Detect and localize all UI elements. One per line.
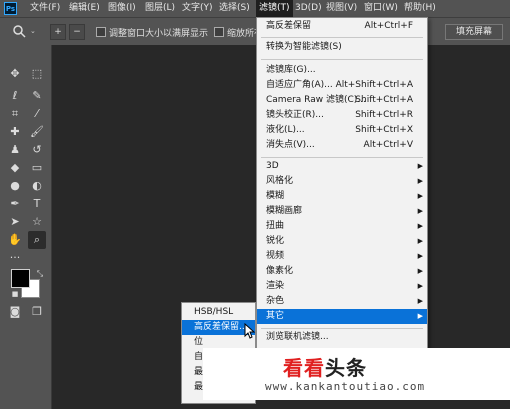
menu-item-convert-smart-filter[interactable]: 转换为智能滤镜(S): [257, 40, 427, 55]
gradient-tool-icon[interactable]: ▭: [28, 159, 46, 177]
menu-filter[interactable]: 滤镜(T): [256, 0, 293, 17]
type-tool-icon[interactable]: T: [28, 195, 46, 213]
menu-item-last-filter[interactable]: 高反差保留 Alt+Ctrl+F: [257, 19, 427, 34]
menu-help[interactable]: 帮助(H): [404, 0, 436, 17]
eyedropper-tool-icon[interactable]: ⁄: [28, 105, 46, 123]
default-colors-icon[interactable]: ■: [6, 285, 24, 303]
watermark-url: www.kankantoutiao.com: [265, 380, 426, 393]
resize-windows-label: 调整窗口大小以满屏显示: [109, 29, 209, 39]
menu-3d[interactable]: 3D(D): [295, 0, 322, 17]
screen-mode-icon[interactable]: ❐: [28, 303, 46, 321]
submenu-arrow-icon: ▶: [417, 207, 423, 215]
tools-panel: ✥ ⬚ ℓ ✎ ⌗ ⁄ ✚ 🖌 ♟ ↺ ◆ ▭ ● ◐ ✒ T ➤ ☆ ✋ ⌕ …: [0, 45, 52, 409]
watermark-banner: 看看头条 www.kankantoutiao.com: [203, 348, 510, 400]
menu-bar: Ps 文件(F) 编辑(E) 图像(I) 图层(L) 文字(Y) 选择(S) 滤…: [0, 0, 510, 17]
blur-tool-icon[interactable]: ●: [6, 177, 24, 195]
menu-item-distort[interactable]: 扭曲 ▶: [257, 219, 427, 234]
menu-item-browse-online-filters[interactable]: 浏览联机滤镜...: [257, 330, 427, 345]
zoom-in-button[interactable]: +: [50, 24, 66, 40]
menu-separator: [261, 59, 423, 60]
menu-separator: [261, 157, 423, 158]
submenu-arrow-icon: ▶: [417, 237, 423, 245]
fill-screen-button[interactable]: 填充屏幕: [445, 24, 503, 40]
clone-stamp-tool-icon[interactable]: ♟: [6, 141, 24, 159]
marquee-tool-icon[interactable]: ⬚: [28, 65, 46, 83]
submenu-arrow-icon: ▶: [417, 267, 423, 275]
menu-item-stylize[interactable]: 风格化 ▶: [257, 174, 427, 189]
photoshop-logo-icon: Ps: [4, 2, 17, 15]
submenu-arrow-icon: ▶: [417, 177, 423, 185]
history-brush-tool-icon[interactable]: ↺: [28, 141, 46, 159]
options-bar: ⌄ + − 调整窗口大小以满屏显示 缩放所有 填充屏幕: [0, 17, 510, 45]
zoom-all-checkbox[interactable]: [214, 27, 224, 37]
submenu-item-hsb-hsl[interactable]: HSB/HSL: [182, 305, 255, 320]
menu-item-camera-raw[interactable]: Camera Raw 滤镜(C)... Shift+Ctrl+A: [257, 93, 427, 108]
menu-separator: [261, 37, 423, 38]
watermark-logo: 看看头条: [283, 356, 367, 380]
submenu-arrow-icon: ▶: [417, 252, 423, 260]
zoom-tool-icon[interactable]: [12, 24, 26, 38]
menu-item-blur-gallery[interactable]: 模糊画廊 ▶: [257, 204, 427, 219]
mouse-cursor-icon: [244, 322, 256, 339]
menu-item-noise[interactable]: 杂色 ▶: [257, 294, 427, 309]
path-select-tool-icon[interactable]: ➤: [6, 213, 24, 231]
submenu-arrow-icon: ▶: [417, 192, 423, 200]
lasso-tool-icon[interactable]: ℓ: [6, 87, 24, 105]
more-tools-icon[interactable]: ···: [6, 249, 24, 267]
submenu-arrow-icon: ▶: [417, 162, 423, 170]
menu-separator: [261, 328, 423, 329]
menu-item-lens-correction[interactable]: 镜头校正(R)... Shift+Ctrl+R: [257, 108, 427, 123]
filter-menu: 高反差保留 Alt+Ctrl+F 转换为智能滤镜(S) 滤镜库(G)... 自适…: [256, 17, 428, 349]
menu-item-adaptive-wide-angle[interactable]: 自适应广角(A)... Alt+Shift+Ctrl+A: [257, 78, 427, 93]
brush-tool-icon[interactable]: 🖌: [28, 123, 46, 141]
menu-item-3d[interactable]: 3D ▶: [257, 159, 427, 174]
pen-tool-icon[interactable]: ✒: [6, 195, 24, 213]
submenu-arrow-icon: ▶: [417, 312, 423, 320]
menu-item-other[interactable]: 其它 ▶: [257, 309, 427, 324]
menu-edit[interactable]: 编辑(E): [69, 0, 100, 17]
resize-windows-checkbox[interactable]: [96, 27, 106, 37]
zoom-out-button[interactable]: −: [69, 24, 85, 40]
menu-item-sharpen[interactable]: 锐化 ▶: [257, 234, 427, 249]
menu-file[interactable]: 文件(F): [30, 0, 60, 17]
submenu-arrow-icon: ▶: [417, 222, 423, 230]
menu-item-liquify[interactable]: 液化(L)... Shift+Ctrl+X: [257, 123, 427, 138]
submenu-arrow-icon: ▶: [417, 282, 423, 290]
submenu-arrow-icon: ▶: [417, 297, 423, 305]
shape-tool-icon[interactable]: ☆: [28, 213, 46, 231]
menu-view[interactable]: 视图(V): [326, 0, 357, 17]
menu-image[interactable]: 图像(I): [108, 0, 136, 17]
quick-mask-icon[interactable]: ◙: [6, 303, 24, 321]
menu-item-vanishing-point[interactable]: 消失点(V)... Alt+Ctrl+V: [257, 138, 427, 153]
zoom-tool-icon[interactable]: ⌕: [28, 231, 46, 249]
crop-tool-icon[interactable]: ⌗: [6, 105, 24, 123]
eraser-tool-icon[interactable]: ◆: [6, 159, 24, 177]
quick-select-tool-icon[interactable]: ✎: [28, 87, 46, 105]
move-tool-icon[interactable]: ✥: [6, 65, 24, 83]
dodge-tool-icon[interactable]: ◐: [28, 177, 46, 195]
menu-item-render[interactable]: 渲染 ▶: [257, 279, 427, 294]
menu-item-pixelate[interactable]: 像素化 ▶: [257, 264, 427, 279]
healing-brush-tool-icon[interactable]: ✚: [6, 123, 24, 141]
menu-select[interactable]: 选择(S): [219, 0, 250, 17]
hand-tool-icon[interactable]: ✋: [6, 231, 24, 249]
menu-type[interactable]: 文字(Y): [182, 0, 213, 17]
menu-layer[interactable]: 图层(L): [145, 0, 175, 17]
menu-item-filter-gallery[interactable]: 滤镜库(G)...: [257, 63, 427, 78]
menu-window[interactable]: 窗口(W): [364, 0, 398, 17]
swap-colors-icon[interactable]: ⤡: [31, 265, 49, 283]
menu-item-video[interactable]: 视频 ▶: [257, 249, 427, 264]
chevron-down-icon[interactable]: ⌄: [30, 27, 36, 35]
menu-item-blur[interactable]: 模糊 ▶: [257, 189, 427, 204]
